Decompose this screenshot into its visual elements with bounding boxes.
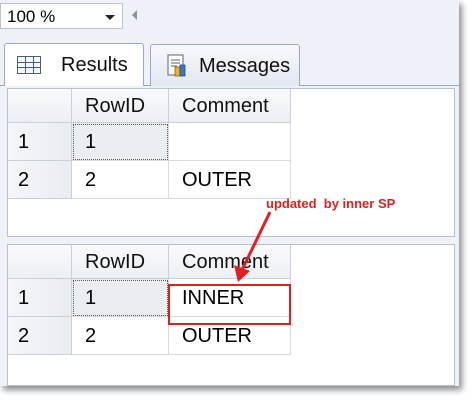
result-grid-1[interactable]: RowID Comment 1 1 2 2 OUTER (7, 88, 455, 237)
column-header-comment[interactable]: Comment (169, 89, 291, 123)
annotation-highlight-box (168, 284, 291, 325)
annotation-label: updated by inner SP (266, 196, 396, 211)
row-number: 2 (18, 169, 30, 191)
messages-icon (167, 54, 186, 77)
column-header-label: RowID (85, 95, 146, 117)
grid-cell-rowid[interactable]: 1 (72, 279, 169, 317)
row-header[interactable]: 2 (8, 317, 72, 355)
grid-corner-header[interactable] (8, 245, 72, 279)
column-header-label: RowID (85, 251, 146, 273)
column-header-label: Comment (182, 251, 269, 273)
zoom-select[interactable]: 100 % (0, 3, 123, 29)
tab-messages-label: Messages (199, 55, 291, 77)
grid-cell-rowid[interactable]: 1 (72, 123, 169, 161)
cell-value: 2 (85, 169, 97, 191)
grid-cell-rowid[interactable]: 2 (72, 161, 169, 199)
tab-strip: Results Messages (0, 34, 459, 86)
column-header-comment[interactable]: Comment (169, 245, 291, 279)
zoom-value: 100 % (7, 7, 56, 26)
tab-results-label: Results (61, 54, 128, 76)
scroll-left-icon[interactable] (132, 10, 137, 20)
results-window: 100 % Results Messages RowID Comment 1 1… (0, 0, 459, 386)
row-number: 1 (18, 131, 30, 153)
row-header[interactable]: 1 (8, 123, 72, 161)
grid-cell-rowid[interactable]: 2 (72, 317, 169, 355)
cell-value: 2 (85, 325, 97, 347)
grid-cell-comment[interactable] (169, 123, 291, 161)
row-header[interactable]: 1 (8, 279, 72, 317)
cell-value: 1 (85, 287, 97, 309)
cell-value: OUTER (182, 325, 252, 347)
column-header-rowid[interactable]: RowID (72, 245, 169, 279)
row-number: 1 (18, 287, 30, 309)
column-header-rowid[interactable]: RowID (72, 89, 169, 123)
column-header-label: Comment (182, 95, 269, 117)
tab-results[interactable]: Results (4, 43, 144, 86)
grid-corner-header[interactable] (8, 89, 72, 123)
cell-value: 1 (85, 131, 97, 153)
grid-cell-comment[interactable]: OUTER (169, 161, 291, 199)
zoom-toolbar: 100 % (0, 0, 459, 34)
grid-icon (17, 56, 41, 74)
chevron-down-icon[interactable] (105, 15, 115, 20)
cell-value: OUTER (182, 169, 252, 191)
row-number: 2 (18, 325, 30, 347)
tab-messages[interactable]: Messages (150, 44, 300, 86)
row-header[interactable]: 2 (8, 161, 72, 199)
